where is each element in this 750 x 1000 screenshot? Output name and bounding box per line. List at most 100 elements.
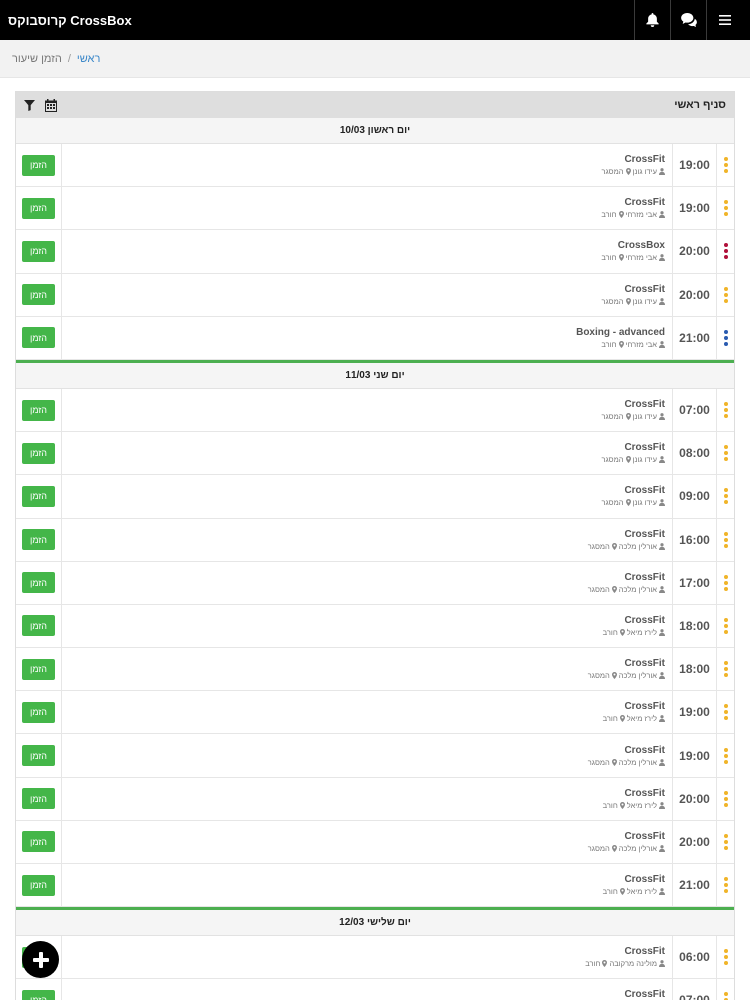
book-button[interactable]: הזמן [22, 572, 55, 594]
vertical-dots-icon [723, 200, 728, 217]
coach-name: לירז מיאל [626, 887, 657, 897]
top-navbar: CrossBox קרוסבוקס [0, 0, 750, 40]
calendar-icon[interactable] [45, 98, 57, 112]
location-pin-icon [625, 297, 631, 305]
class-options[interactable] [717, 821, 734, 863]
class-options[interactable] [717, 778, 734, 820]
class-options[interactable] [717, 691, 734, 733]
book-button[interactable]: הזמן [22, 399, 55, 421]
class-row: הזמן CrossFit אורלין מלכה המסגר 16:00 [16, 518, 734, 562]
location-pin-icon [602, 960, 608, 968]
class-meta: עידו גונן המסגר [601, 167, 665, 176]
class-info: CrossFit לירז מיאל חורב [62, 604, 673, 648]
class-time: 20:00 [673, 230, 717, 273]
class-options[interactable] [717, 432, 734, 474]
class-info: CrossFit לירז מיאל חורב [62, 864, 673, 907]
coach-name: אבי מזרחי [625, 253, 657, 263]
messages-button[interactable] [670, 0, 706, 40]
bell-icon [646, 13, 659, 27]
class-options[interactable] [717, 230, 734, 272]
user-icon [659, 845, 665, 852]
user-icon [659, 499, 665, 507]
class-options[interactable] [717, 979, 734, 1000]
class-time: 20:00 [673, 777, 717, 820]
class-row: הזמן CrossFit עידו גונן המסגר 09:00 [16, 475, 734, 519]
location-pin-icon [619, 628, 625, 636]
class-options[interactable] [717, 144, 734, 186]
class-info: CrossFit עידו גונן המסגר [62, 144, 673, 187]
book-button[interactable]: הזמן [22, 658, 55, 680]
class-options[interactable] [717, 936, 734, 978]
class-name: CrossFit [624, 658, 665, 670]
class-name: CrossFit [624, 154, 665, 166]
user-icon [659, 888, 665, 896]
book-button[interactable]: הזמן [22, 240, 55, 262]
class-options[interactable] [717, 317, 734, 359]
class-meta: עידו גונן המסגר [601, 455, 665, 464]
class-info: CrossFit עידו גונן המסגר [62, 475, 673, 518]
class-time: 19:00 [673, 187, 717, 230]
book-button[interactable]: הזמן [22, 154, 55, 176]
class-name: CrossFit [624, 989, 665, 1000]
user-icon [659, 168, 665, 176]
vertical-dots-icon [723, 877, 728, 894]
breadcrumb-home-link[interactable]: ראשי [77, 53, 100, 65]
class-row: הזמן CrossFit לירז מיאל חורב 21:00 [16, 864, 734, 908]
class-meta: עידו גונן המסגר [601, 297, 665, 306]
class-time: 16:00 [673, 518, 717, 561]
book-button[interactable]: הזמן [22, 327, 55, 349]
class-options[interactable] [717, 734, 734, 776]
book-button[interactable]: הזמן [22, 989, 55, 1000]
class-location: המסגר [601, 296, 624, 306]
class-options[interactable] [717, 274, 734, 316]
coach-name: אבי מזרחי [625, 210, 657, 220]
class-options[interactable] [717, 864, 734, 906]
notifications-button[interactable] [634, 0, 670, 40]
class-options[interactable] [717, 562, 734, 604]
class-options[interactable] [717, 475, 734, 517]
location-pin-icon [625, 499, 631, 507]
filter-icon[interactable] [24, 99, 35, 111]
class-options[interactable] [717, 187, 734, 229]
book-button[interactable]: הזמן [22, 284, 55, 306]
book-button[interactable]: הזמן [22, 788, 55, 810]
location-pin-icon [611, 585, 617, 593]
book-button[interactable]: הזמן [22, 831, 55, 853]
class-options[interactable] [717, 648, 734, 690]
book-button[interactable]: הזמן [22, 485, 55, 507]
brand-logo[interactable]: CrossBox קרוסבוקס [8, 13, 132, 28]
book-cell: הזמן [16, 777, 62, 820]
book-button[interactable]: הזמן [22, 745, 55, 767]
chat-icon [680, 13, 697, 27]
class-meta: אורלין מלכה המסגר [588, 542, 665, 551]
vertical-dots-icon [723, 243, 728, 260]
location-pin-icon [619, 801, 625, 809]
book-button[interactable]: הזמן [22, 615, 55, 637]
coach-name: אורלין מלכה [618, 541, 657, 551]
class-info: CrossFit אורלין מלכה המסגר [62, 518, 673, 561]
user-icon [659, 585, 665, 593]
class-row: הזמן CrossFit לירז מיאל חורב 20:00 [16, 777, 734, 821]
class-name: CrossFit [624, 614, 665, 626]
menu-button[interactable] [706, 0, 742, 40]
class-row: הזמן CrossFit אבי מזרחי חורב 19:00 [16, 187, 734, 231]
class-row: הזמן CrossFit לירז מיאל חורב 18:00 [16, 604, 734, 649]
location-pin-icon [611, 758, 617, 766]
book-button[interactable]: הזמן [22, 874, 55, 896]
add-button[interactable] [22, 941, 59, 978]
book-button[interactable]: הזמן [22, 529, 55, 551]
user-icon [659, 672, 665, 680]
book-button[interactable]: הזמן [22, 442, 55, 464]
class-info: CrossFitמולינה מרקובהחורב [62, 979, 673, 1000]
user-icon [659, 297, 665, 305]
book-cell: הזמן [16, 144, 62, 187]
book-button[interactable]: הזמן [22, 701, 55, 723]
class-options[interactable] [717, 389, 734, 431]
class-row: הזמן CrossFit אורלין מלכה המסגר 18:00 [16, 648, 734, 692]
class-options[interactable] [717, 519, 734, 561]
class-options[interactable] [717, 605, 734, 647]
class-meta: מולינה מרקובה חורב [585, 959, 665, 968]
class-time: 08:00 [673, 432, 717, 475]
class-row: הזמןCrossFitמולינה מרקובהחורב06:00 [16, 936, 734, 980]
book-button[interactable]: הזמן [22, 197, 55, 219]
